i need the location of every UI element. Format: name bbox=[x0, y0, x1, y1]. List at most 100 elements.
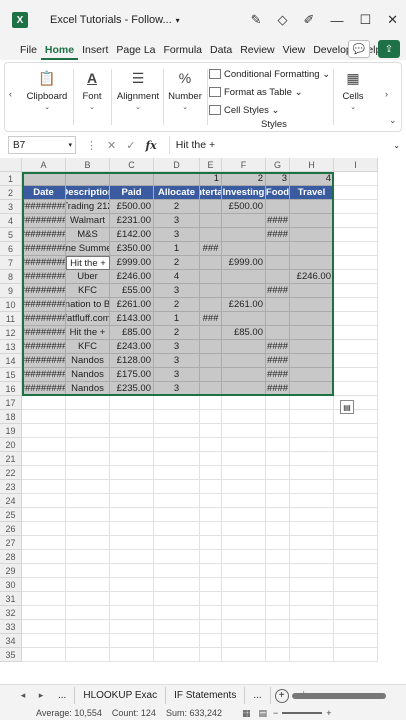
cell[interactable] bbox=[334, 438, 378, 452]
table-row-cell[interactable]: KFC bbox=[66, 284, 110, 298]
cell[interactable] bbox=[110, 424, 154, 438]
cell[interactable] bbox=[110, 606, 154, 620]
row-header[interactable]: 28 bbox=[0, 550, 22, 564]
table-row-cell[interactable]: 3 bbox=[154, 284, 200, 298]
cell[interactable] bbox=[222, 424, 266, 438]
cell[interactable] bbox=[200, 578, 222, 592]
cell[interactable] bbox=[222, 480, 266, 494]
cell[interactable] bbox=[222, 452, 266, 466]
cell[interactable] bbox=[154, 578, 200, 592]
cell[interactable] bbox=[110, 522, 154, 536]
table-row-cell[interactable] bbox=[222, 312, 266, 326]
table-row-cell[interactable]: 3 bbox=[154, 228, 200, 242]
cell[interactable] bbox=[266, 606, 290, 620]
table-row-cell[interactable]: M&S bbox=[66, 228, 110, 242]
horizontal-scrollbar[interactable] bbox=[292, 693, 386, 699]
cell[interactable] bbox=[266, 550, 290, 564]
cell[interactable] bbox=[334, 466, 378, 480]
cell[interactable] bbox=[154, 606, 200, 620]
cell[interactable] bbox=[110, 438, 154, 452]
cell[interactable] bbox=[334, 522, 378, 536]
cell[interactable] bbox=[334, 256, 378, 270]
table-row-cell[interactable] bbox=[290, 214, 334, 228]
table-row-cell[interactable]: 1 bbox=[154, 312, 200, 326]
cell[interactable] bbox=[334, 578, 378, 592]
cell[interactable] bbox=[22, 494, 66, 508]
cell[interactable] bbox=[66, 466, 110, 480]
row-header[interactable]: 16 bbox=[0, 382, 22, 396]
tab-data[interactable]: Data bbox=[206, 44, 236, 60]
table-row-cell[interactable] bbox=[200, 382, 222, 396]
cell[interactable] bbox=[110, 620, 154, 634]
cell[interactable] bbox=[334, 494, 378, 508]
cell[interactable] bbox=[290, 648, 334, 662]
table-row-cell[interactable]: £500.00 bbox=[110, 200, 154, 214]
table-row-cell[interactable]: 2 bbox=[154, 298, 200, 312]
table-row-cell[interactable] bbox=[200, 368, 222, 382]
row-header[interactable]: 26 bbox=[0, 522, 22, 536]
row-header[interactable]: 12 bbox=[0, 326, 22, 340]
zoom-in-icon[interactable]: + bbox=[326, 708, 331, 718]
cell[interactable] bbox=[200, 606, 222, 620]
row-header[interactable]: 27 bbox=[0, 536, 22, 550]
prev-sheet-icon[interactable]: ◂ bbox=[14, 690, 32, 701]
table-row-cell[interactable]: Trading 212 bbox=[66, 200, 110, 214]
table-row-cell[interactable] bbox=[222, 214, 266, 228]
table-row-cell[interactable]: ######### bbox=[22, 312, 66, 326]
cell[interactable] bbox=[266, 424, 290, 438]
cell[interactable] bbox=[66, 634, 110, 648]
cell[interactable] bbox=[290, 424, 334, 438]
table-row-cell[interactable]: £128.00 bbox=[110, 354, 154, 368]
normal-view-icon[interactable]: ▦ bbox=[242, 708, 251, 719]
cell[interactable] bbox=[110, 564, 154, 578]
cell[interactable] bbox=[154, 522, 200, 536]
row-header[interactable]: 14 bbox=[0, 354, 22, 368]
cell[interactable] bbox=[66, 648, 110, 662]
cell[interactable] bbox=[334, 270, 378, 284]
select-all-corner[interactable] bbox=[0, 158, 22, 172]
cell[interactable] bbox=[200, 522, 222, 536]
cell[interactable] bbox=[222, 578, 266, 592]
table-row-cell[interactable]: ######### bbox=[22, 242, 66, 256]
close-icon[interactable]: ✕ bbox=[387, 12, 398, 28]
table-row-cell[interactable]: ######### bbox=[22, 382, 66, 396]
cell[interactable] bbox=[290, 550, 334, 564]
cell[interactable] bbox=[334, 648, 378, 662]
cells-group[interactable]: ▦ Cells ⌄ bbox=[335, 63, 371, 131]
cell[interactable] bbox=[154, 424, 200, 438]
cell[interactable] bbox=[66, 494, 110, 508]
table-row-cell[interactable]: ine Summe bbox=[66, 242, 110, 256]
column-header[interactable]: C bbox=[110, 158, 154, 172]
cell[interactable] bbox=[66, 620, 110, 634]
row-header[interactable]: 10 bbox=[0, 298, 22, 312]
table-header-cell[interactable]: Investing bbox=[222, 186, 266, 200]
cell[interactable] bbox=[110, 452, 154, 466]
page-layout-icon[interactable]: ▤ bbox=[259, 708, 268, 719]
zoom-slider[interactable] bbox=[282, 712, 323, 714]
tab-file[interactable]: File bbox=[16, 44, 41, 60]
column-header[interactable]: B bbox=[66, 158, 110, 172]
column-header[interactable]: I bbox=[334, 158, 378, 172]
column-header[interactable]: E bbox=[200, 158, 222, 172]
table-row-cell[interactable]: £175.00 bbox=[110, 368, 154, 382]
zoom-out-icon[interactable]: − bbox=[273, 708, 278, 718]
chevron-down-icon[interactable]: ⌄ bbox=[393, 141, 400, 150]
row-header[interactable]: 9 bbox=[0, 284, 22, 298]
row-header[interactable]: 33 bbox=[0, 620, 22, 634]
row-header[interactable]: 25 bbox=[0, 508, 22, 522]
table-row-cell[interactable]: ######### bbox=[22, 368, 66, 382]
table-row-cell[interactable] bbox=[266, 270, 290, 284]
row-header[interactable]: 17 bbox=[0, 396, 22, 410]
table-header-cell[interactable]: Date bbox=[22, 186, 66, 200]
more-icon[interactable]: ⋮ bbox=[86, 139, 97, 152]
table-row-cell[interactable]: 3 bbox=[154, 354, 200, 368]
table-row-cell[interactable]: #### bbox=[266, 284, 290, 298]
table-row-cell[interactable] bbox=[200, 340, 222, 354]
table-header-cell[interactable]: Paid bbox=[110, 186, 154, 200]
table-row-cell[interactable]: fatfluff.com bbox=[66, 312, 110, 326]
table-row-cell[interactable]: ######### bbox=[22, 298, 66, 312]
table-row-cell[interactable]: Hit the + bbox=[66, 326, 110, 340]
table-row-cell[interactable]: £261.00 bbox=[222, 298, 266, 312]
table-row-cell[interactable] bbox=[222, 228, 266, 242]
table-row-cell[interactable] bbox=[200, 228, 222, 242]
